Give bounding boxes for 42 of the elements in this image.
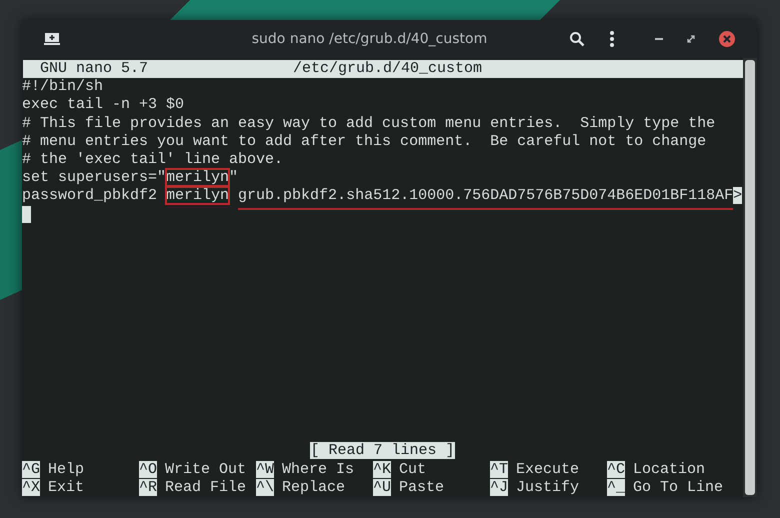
overflow-marker: > [733,187,742,204]
shortcut-key: ^W [256,460,274,478]
shortcut-key: ^\ [256,478,274,496]
status-message: [ Read 7 lines ] [310,442,455,460]
text-cursor [22,206,31,223]
shortcut-label: Justify [516,478,580,496]
shortcut-key: ^J [490,478,508,496]
code-text: # menu entries you want to add after this comment. Be careful not to change [22,132,706,150]
code-text: password_pbkdf2 [22,187,158,204]
shortcut-key: ^O [139,460,158,478]
shortcut-label: Where Is [282,460,354,478]
code-text: # This file provides an easy way to add custom menu entries. Simply type the [22,114,716,132]
code-text: exec tail -n +3 $0 [22,96,184,114]
shortcut-label: Replace [282,478,346,496]
shortcut-label: Help [48,460,84,478]
shortcut-key: ^_ [607,478,626,496]
underlined-text: grub.pbkdf2.sha512.10000.756DAD7576B75D074B6ED01BF118AF [238,187,734,204]
shortcut-key: ^T [490,460,508,478]
shortcut-label: Execute [516,460,580,478]
highlighted-text: merilyn [166,187,230,204]
code-text: #!/bin/sh [22,78,104,96]
shortcut-label: Write Out [165,460,246,478]
code-text: # the 'exec tail' line above. [22,150,284,168]
code-text: set superusers=" [22,169,166,186]
shortcut-label: Read File [165,478,246,496]
shortcut-key: ^K [373,460,392,478]
shortcut-label: Location [633,460,706,478]
highlighted-text: merilyn [166,169,230,186]
shortcut-label: Cut [399,460,426,478]
version-label: GNU nano 5.7 [39,60,150,78]
shortcut-key: ^X [22,478,40,496]
code-text: " [229,169,238,186]
shortcut-key: ^C [607,460,626,478]
shortcut-label: Go To Line [633,478,724,496]
shortcut-key: ^G [22,460,40,478]
window-title: sudo nano /etc/grub.d/40_custom [250,30,488,48]
scrollbar[interactable] [743,58,757,497]
shortcut-key: ^R [139,478,158,496]
shortcut-label: Paste [399,478,444,496]
shortcut-key: ^U [373,478,392,496]
file-name: /etc/grub.d/40_custom [293,60,482,78]
shortcut-label: Exit [48,478,84,496]
